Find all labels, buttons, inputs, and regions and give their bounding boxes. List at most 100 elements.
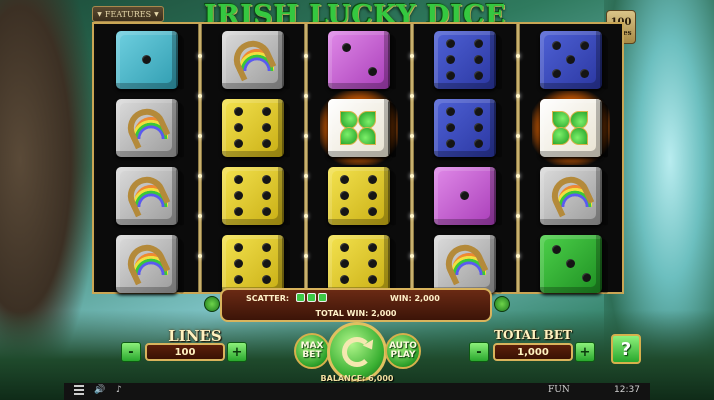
- reel: [414, 24, 516, 293]
- die-pip: [368, 175, 377, 184]
- clover-icon: [296, 293, 305, 302]
- clover-icon: [340, 109, 378, 147]
- die-pip: [446, 55, 455, 64]
- reel-divider: [516, 24, 520, 292]
- light-dot: [516, 94, 520, 98]
- die-pip: [262, 191, 271, 200]
- die-pip: [340, 207, 349, 216]
- die-pip: [262, 107, 271, 116]
- reel: [96, 24, 198, 293]
- die-pip: [340, 259, 349, 268]
- menu-icon[interactable]: [74, 385, 84, 397]
- horseshoe-die: [116, 99, 178, 157]
- reel-cell: [528, 28, 614, 92]
- win-panel: SCATTER: WIN: 2,000 TOTAL WIN: 2,000: [220, 288, 492, 322]
- yellow-die: [222, 99, 284, 157]
- light-dot: [304, 94, 308, 98]
- features-button[interactable]: ▼ FEATURES ▼: [92, 6, 164, 22]
- die-pip: [446, 139, 455, 148]
- clover-leaf: [340, 127, 358, 145]
- light-dot: [516, 134, 520, 138]
- win-amount: WIN: 2,000: [390, 294, 440, 303]
- horseshoe-die: [222, 31, 284, 89]
- blue-die: [540, 31, 602, 89]
- total-bet-value: 1,000: [493, 343, 573, 361]
- light-dot: [516, 214, 520, 218]
- total-bet-title: TOTAL BET: [494, 328, 572, 342]
- light-dot: [410, 134, 414, 138]
- reel-cell: [316, 164, 402, 228]
- die-pip: [460, 191, 469, 200]
- lines-increase-button[interactable]: +: [227, 342, 247, 362]
- light-dot: [304, 174, 308, 178]
- clover-die-face: [328, 99, 390, 157]
- yellow-die: [328, 167, 390, 225]
- die-pip: [234, 191, 243, 200]
- horseshoe-icon: [545, 170, 595, 218]
- die-pip: [234, 107, 243, 116]
- die-pip: [262, 139, 271, 148]
- reel-cell: [316, 91, 402, 165]
- purple-die: [434, 167, 496, 225]
- light-dot: [198, 94, 202, 98]
- die-pip: [234, 275, 243, 284]
- reel-cell: [210, 96, 296, 160]
- chevron-down-icon: ▼: [97, 10, 102, 18]
- light-dot: [304, 214, 308, 218]
- purple-die: [328, 31, 390, 89]
- die-pip: [368, 191, 377, 200]
- reel-cell: [528, 232, 614, 296]
- die-pip: [262, 243, 271, 252]
- horseshoe-die: [540, 167, 602, 225]
- light-dot: [198, 134, 202, 138]
- spin-button[interactable]: [327, 322, 387, 382]
- reel-cell: [528, 91, 614, 165]
- lines-decrease-button[interactable]: -: [121, 342, 141, 362]
- light-dot: [410, 214, 414, 218]
- bet-increase-button[interactable]: +: [575, 342, 595, 362]
- die-pip: [234, 259, 243, 268]
- clover-icon: [307, 293, 316, 302]
- chevron-down-icon: ▼: [154, 10, 159, 18]
- horseshoe-icon: [121, 170, 171, 218]
- lines-value: 100: [145, 343, 225, 361]
- clover-leaf: [358, 127, 376, 145]
- die-pip: [474, 71, 483, 80]
- die-pip: [340, 275, 349, 284]
- light-dot: [198, 254, 202, 258]
- light-dot: [198, 174, 202, 178]
- horseshoe-die: [434, 235, 496, 293]
- die-pip: [580, 41, 589, 50]
- reel-divider: [304, 24, 308, 292]
- reel-cell: [104, 232, 190, 296]
- help-button[interactable]: ?: [611, 334, 641, 364]
- clover-die: [320, 91, 398, 165]
- blue-die: [434, 31, 496, 89]
- die-pip: [342, 43, 351, 52]
- die-pip: [234, 123, 243, 132]
- auto-play-button[interactable]: AUTO PLAY: [385, 333, 421, 369]
- bet-decrease-button[interactable]: -: [469, 342, 489, 362]
- die-pip: [142, 55, 151, 64]
- shamrock-icon: [204, 296, 220, 312]
- music-icon[interactable]: ♪: [116, 385, 122, 395]
- max-bet-button[interactable]: MAX BET: [294, 333, 330, 369]
- die-pip: [474, 39, 483, 48]
- reel-cell: [316, 232, 402, 296]
- die-pip: [234, 243, 243, 252]
- green-die: [540, 235, 602, 293]
- light-dot: [410, 94, 414, 98]
- light-dot: [516, 54, 520, 58]
- die-pip: [234, 175, 243, 184]
- clover-leaf: [570, 127, 588, 145]
- die-pip: [234, 207, 243, 216]
- reel-cell: [422, 232, 508, 296]
- scatter-icons: [296, 293, 327, 302]
- reel-cell: [210, 28, 296, 92]
- light-dot: [516, 254, 520, 258]
- sound-icon[interactable]: 🔊: [94, 385, 105, 395]
- horseshoe-die: [116, 235, 178, 293]
- light-dot: [198, 54, 202, 58]
- die-pip: [368, 207, 377, 216]
- clover-icon: [318, 293, 327, 302]
